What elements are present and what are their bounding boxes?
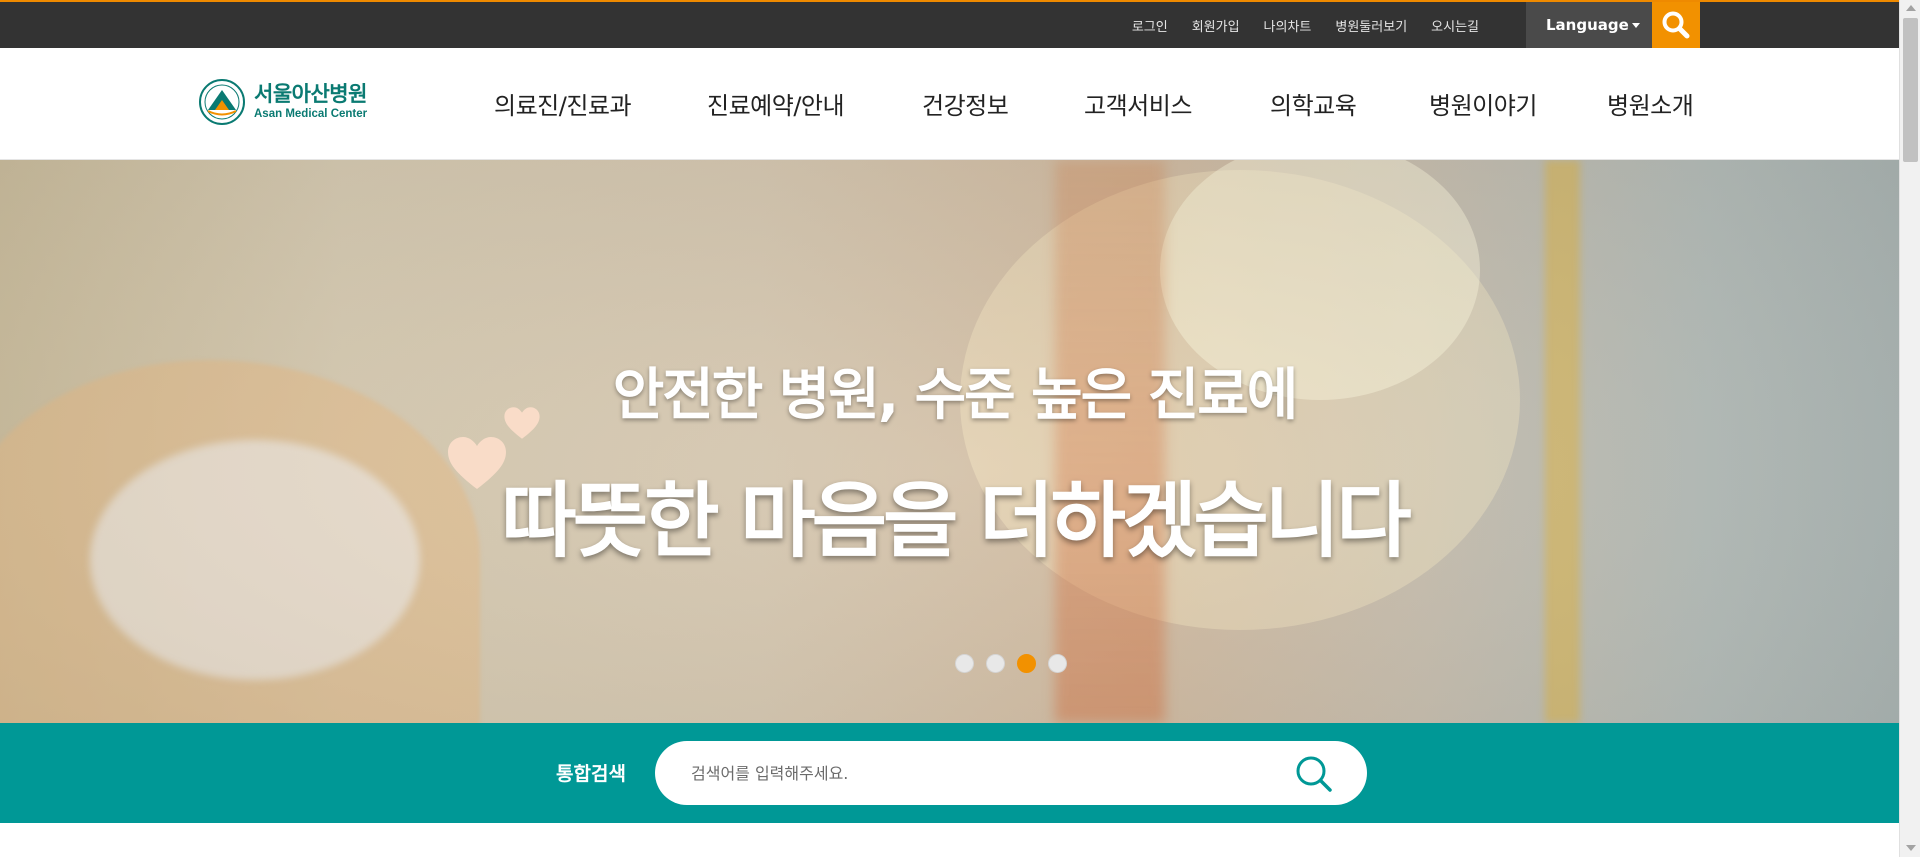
language-label: Language [1546, 16, 1629, 34]
scroll-down-arrow-icon[interactable] [1906, 845, 1916, 851]
nav-item-medical-education[interactable]: 의학교육 [1270, 86, 1357, 121]
slide-dot-4[interactable] [1048, 654, 1067, 673]
main-nav: 의료진/진료과 진료예약/안내 건강정보 고객서비스 의학교육 병원이야기 병원… [0, 48, 1899, 160]
hero-headline: 안전한 병원, 수준 높은 진료에 [612, 363, 1299, 428]
nav-item-appointment[interactable]: 진료예약/안내 [707, 86, 845, 121]
signup-link[interactable]: 회원가입 [1180, 16, 1252, 35]
search-icon [1662, 11, 1690, 39]
nav-item-health-info[interactable]: 건강정보 [922, 86, 1009, 121]
scrollbar-thumb[interactable] [1903, 18, 1918, 162]
top-search-button[interactable] [1652, 2, 1700, 48]
nav-item-about[interactable]: 병원소개 [1607, 86, 1694, 121]
login-link[interactable]: 로그인 [1120, 16, 1180, 35]
dropdown-caret-icon [1632, 23, 1640, 28]
nav-item-customer-service[interactable]: 고객서비스 [1084, 86, 1192, 121]
scroll-up-arrow-icon[interactable] [1906, 5, 1916, 11]
language-select[interactable]: Language [1526, 2, 1652, 48]
hospital-tour-link[interactable]: 병원둘러보기 [1323, 16, 1419, 35]
search-box [655, 741, 1367, 805]
hero-vignette [0, 160, 1899, 723]
integrated-search: 통합검색 [0, 723, 1899, 823]
utility-links: 로그인 회원가입 나의차트 병원둘러보기 오시는길 [1120, 2, 1491, 48]
utility-bar: 로그인 회원가입 나의차트 병원둘러보기 오시는길 Language [0, 0, 1899, 48]
hero-banner[interactable]: 안전한 병원, 수준 높은 진료에 따뜻한 마음을 더하겠습니다 [0, 160, 1899, 723]
site-header: 서울아산병원 Asan Medical Center 의료진/진료과 진료예약/… [0, 48, 1899, 160]
nav-item-hospital-story[interactable]: 병원이야기 [1429, 86, 1537, 121]
directions-link[interactable]: 오시는길 [1419, 16, 1491, 35]
scrollbar[interactable] [1899, 0, 1920, 857]
my-chart-link[interactable]: 나의차트 [1252, 16, 1324, 35]
slide-dot-2[interactable] [986, 654, 1005, 673]
search-label: 통합검색 [556, 763, 626, 785]
slide-dot-3[interactable] [1017, 654, 1036, 673]
search-submit-button[interactable] [1293, 753, 1335, 795]
nav-item-doctors-departments[interactable]: 의료진/진료과 [494, 86, 632, 121]
slide-dot-1[interactable] [955, 654, 974, 673]
slide-indicators [955, 654, 1067, 673]
search-input[interactable] [691, 761, 1251, 785]
hero-subheadline: 따뜻한 마음을 더하겠습니다 [501, 474, 1411, 569]
